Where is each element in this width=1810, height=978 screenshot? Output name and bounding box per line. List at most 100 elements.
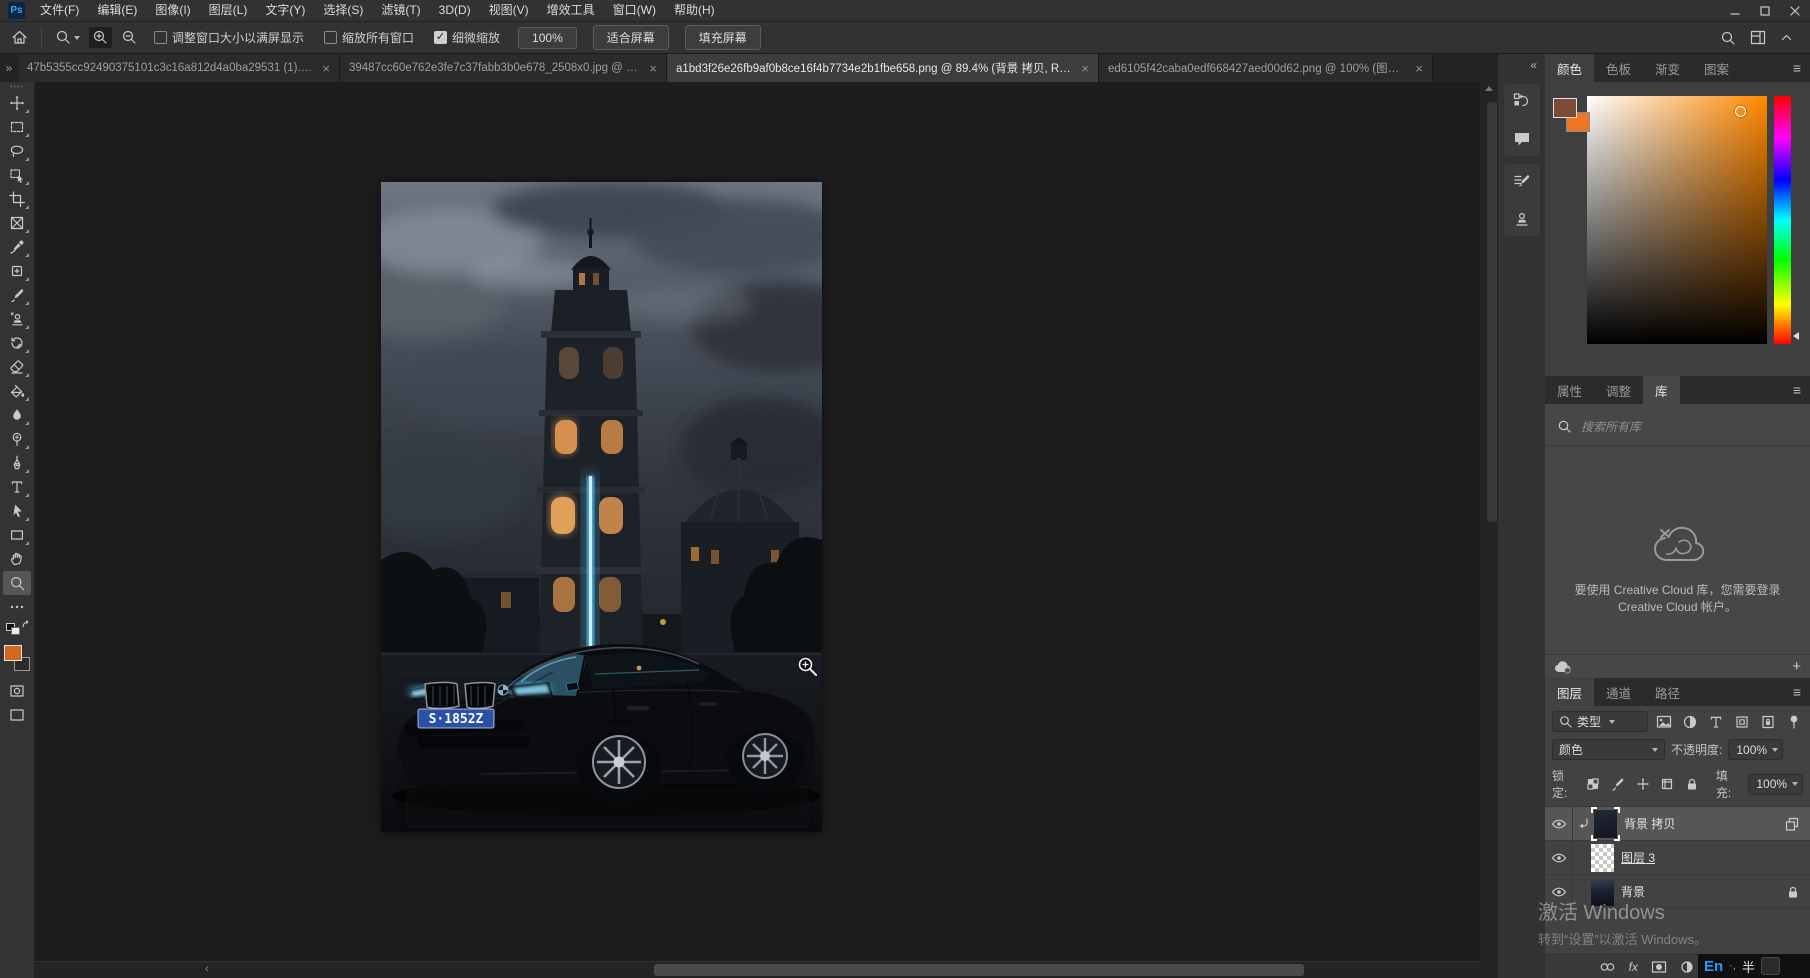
brush-settings-panel-button[interactable] [1509, 169, 1535, 193]
vertical-scroll-thumb[interactable] [1487, 102, 1497, 522]
search-icon[interactable] [1720, 30, 1736, 46]
color-picker-marker[interactable] [1735, 106, 1746, 117]
add-mask-icon[interactable] [1651, 960, 1667, 974]
layer-row-background[interactable]: 背景 [1545, 875, 1810, 909]
tool-rectangle[interactable] [3, 523, 31, 547]
opacity-input[interactable]: 100% [1728, 739, 1783, 760]
menu-filter[interactable]: 滤镜(T) [372, 0, 429, 21]
collapse-panels-icon[interactable]: « [1522, 56, 1545, 76]
filter-toggle-switch[interactable] [1784, 712, 1803, 731]
tool-pen[interactable] [3, 451, 31, 475]
tab-adjustments[interactable]: 调整 [1594, 376, 1643, 404]
home-button[interactable] [8, 27, 31, 48]
tab-patterns[interactable]: 图案 [1692, 54, 1741, 82]
tool-gradient[interactable] [3, 379, 31, 403]
foreground-color-well[interactable] [1553, 98, 1577, 118]
layer-filter-type-dropdown[interactable]: 类型 [1552, 711, 1648, 732]
lock-artboard-icon[interactable] [1659, 775, 1677, 794]
cloud-sync-icon[interactable] [1554, 660, 1572, 674]
document-tab-3-active[interactable]: a1bd3f26e26fb9af0b8ce16f4b7734e2b1fbe658… [667, 54, 1099, 82]
fill-input[interactable]: 100% [1748, 774, 1803, 795]
zoom-100-button[interactable]: 100% [518, 27, 577, 49]
document-tab-1[interactable]: 47b5355cc92490375101c3c16a812d4a0ba29531… [18, 54, 340, 82]
tool-hand[interactable] [3, 547, 31, 571]
chevron-up-icon[interactable] [1781, 32, 1792, 44]
tab-channels[interactable]: 通道 [1594, 678, 1643, 706]
tool-history-brush[interactable] [3, 331, 31, 355]
workspace-switcher-icon[interactable] [1750, 30, 1767, 46]
lock-all-icon[interactable] [1683, 775, 1701, 794]
tool-eyedropper[interactable] [3, 235, 31, 259]
comments-panel-button[interactable] [1509, 127, 1535, 151]
menu-plugins[interactable]: 增效工具 [538, 0, 604, 21]
tab-layers[interactable]: 图层 [1545, 678, 1594, 706]
maximize-button[interactable] [1750, 0, 1780, 22]
tab-gradients[interactable]: 渐变 [1643, 54, 1692, 82]
layer-name[interactable]: 背景 拷贝 [1624, 815, 1675, 832]
layer-style-button[interactable]: fx [1629, 960, 1638, 974]
menu-3d[interactable]: 3D(D) [430, 0, 480, 21]
toolbar-ellipsis[interactable] [3, 595, 31, 619]
tab-color[interactable]: 颜色 [1545, 54, 1594, 82]
screen-mode-button[interactable] [3, 703, 31, 727]
menu-edit[interactable]: 编辑(E) [88, 0, 146, 21]
tool-clone-stamp[interactable] [3, 307, 31, 331]
scrubby-zoom-checkbox[interactable]: ✓ 细微缩放 [434, 29, 500, 46]
menu-view[interactable]: 视图(V) [480, 0, 538, 21]
tool-brush[interactable] [3, 283, 31, 307]
tool-type[interactable] [3, 475, 31, 499]
tool-eraser[interactable] [3, 355, 31, 379]
visibility-toggle[interactable] [1545, 807, 1573, 840]
default-swatches-swap[interactable] [6, 623, 28, 639]
vertical-scrollbar[interactable] [1480, 82, 1497, 961]
tool-object-selection[interactable] [3, 163, 31, 187]
layer-name[interactable]: 背景 [1621, 883, 1645, 900]
hue-slider[interactable] [1774, 96, 1791, 344]
canvas-image[interactable]: S·1852Z [381, 182, 822, 832]
foreground-color-swatch[interactable] [4, 645, 22, 661]
tool-move[interactable] [3, 91, 31, 115]
zoom-all-windows-checkbox[interactable]: 缩放所有窗口 [324, 29, 414, 46]
lock-position-icon[interactable] [1634, 775, 1652, 794]
scroll-up-icon[interactable] [1485, 86, 1493, 91]
tab-libraries[interactable]: 库 [1643, 376, 1680, 404]
fill-screen-button[interactable]: 填充屏幕 [685, 25, 761, 50]
layer-row-layer3[interactable]: 图层 3 [1545, 841, 1810, 875]
panel-menu-icon[interactable]: ≡ [1784, 678, 1810, 706]
menu-select[interactable]: 选择(S) [314, 0, 372, 21]
menu-image[interactable]: 图像(I) [146, 0, 199, 21]
saturation-brightness-field[interactable] [1587, 96, 1767, 344]
tool-path-selection[interactable] [3, 499, 31, 523]
close-button[interactable] [1780, 0, 1810, 22]
tab-swatches[interactable]: 色板 [1594, 54, 1643, 82]
menu-file[interactable]: 文件(F) [31, 0, 88, 21]
close-icon[interactable]: × [1415, 61, 1423, 76]
foreground-background-swatches[interactable] [4, 645, 30, 671]
tool-frame[interactable] [3, 211, 31, 235]
tool-preset-picker[interactable] [52, 27, 83, 48]
library-search-field[interactable]: 搜索所有库 [1545, 404, 1810, 446]
minimize-button[interactable] [1720, 0, 1750, 22]
add-library-icon[interactable]: + [1792, 658, 1801, 675]
lock-transparency-icon[interactable] [1584, 775, 1602, 794]
tool-lasso[interactable] [3, 139, 31, 163]
layer-thumbnail[interactable] [1591, 844, 1614, 872]
ime-settings-icon[interactable] [1761, 957, 1780, 975]
document-tab-2[interactable]: 39487cc60e762e3fe7c37fabb3b0e678_2508x0.… [340, 54, 667, 82]
blend-mode-dropdown[interactable]: 颜色 [1552, 739, 1665, 760]
tab-paths[interactable]: 路径 [1643, 678, 1692, 706]
tool-dodge[interactable] [3, 427, 31, 451]
document-tab-4[interactable]: ed6105f42caba0edf668427aed00d62.png @ 10… [1099, 54, 1433, 82]
zoom-in-mode-button[interactable] [89, 27, 112, 48]
ime-punctuation-indicator[interactable]: ·, [1729, 960, 1736, 972]
menu-help[interactable]: 帮助(H) [665, 0, 724, 21]
resize-windows-checkbox[interactable]: 调整窗口大小以满屏显示 [154, 29, 304, 46]
menu-window[interactable]: 窗口(W) [604, 0, 665, 21]
quick-mask-button[interactable] [3, 679, 31, 703]
link-layers-icon[interactable] [1599, 961, 1616, 973]
zoom-out-mode-button[interactable] [118, 27, 141, 48]
close-icon[interactable]: × [322, 61, 330, 76]
ime-language-indicator[interactable]: En [1704, 958, 1723, 975]
ime-halfwidth-indicator[interactable]: 半 [1742, 957, 1755, 976]
tool-blur[interactable] [3, 403, 31, 427]
